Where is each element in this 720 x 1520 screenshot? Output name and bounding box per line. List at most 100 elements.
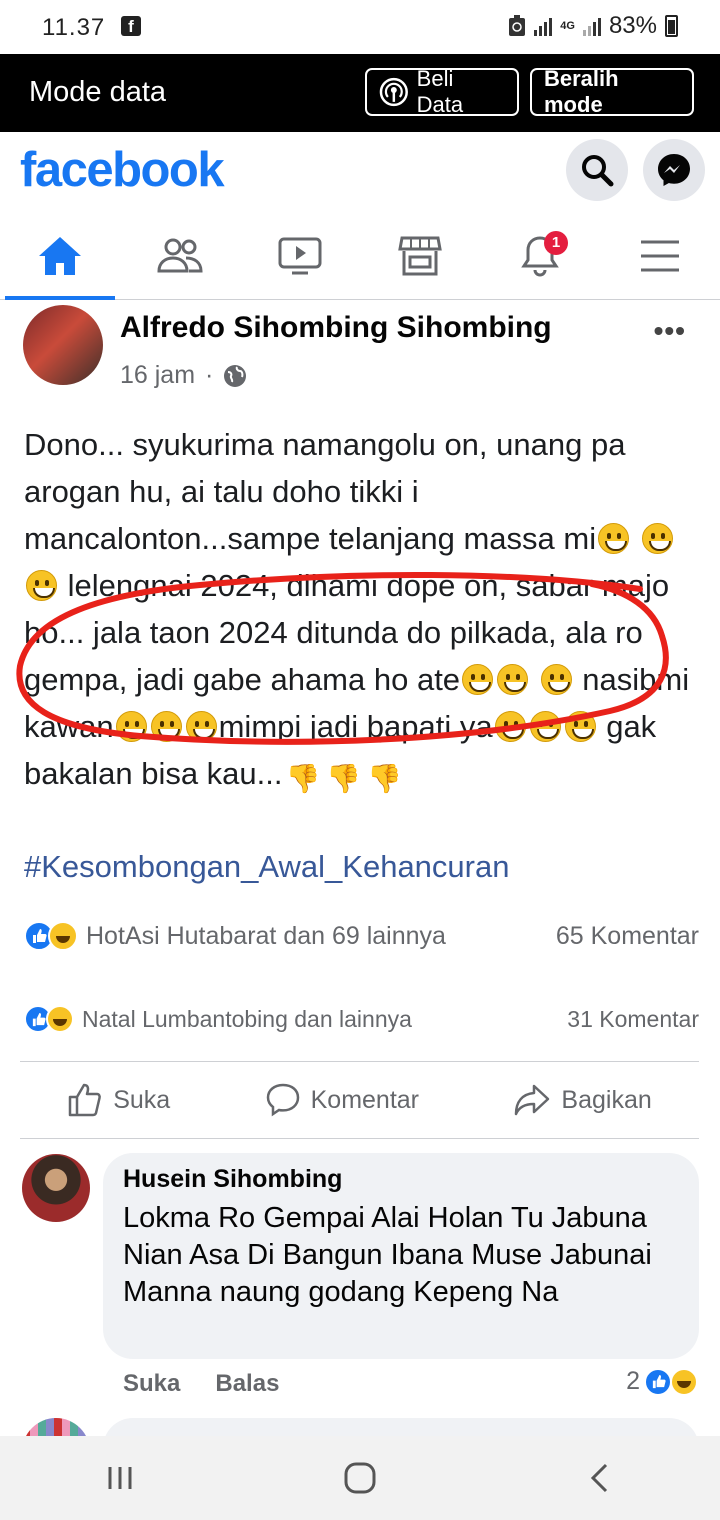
search-button[interactable] <box>566 139 628 201</box>
signal-icon-2 <box>582 16 601 36</box>
comment-button[interactable]: Komentar <box>265 1082 419 1118</box>
haha-reaction-icon <box>46 1005 74 1033</box>
comment-icon <box>266 1083 299 1117</box>
haha-reaction-icon <box>670 1367 698 1396</box>
post-body: Dono... syukurima namangolu on, unang pa… <box>24 421 700 802</box>
author-avatar[interactable] <box>23 305 103 385</box>
status-bar: 11.37 f 4G 83% <box>0 0 720 54</box>
back-button[interactable] <box>570 1448 630 1508</box>
post-actions: Suka Komentar Bagikan <box>20 1062 699 1138</box>
reaction-icons <box>24 921 78 951</box>
comment-reply-button[interactable]: Balas <box>215 1370 279 1398</box>
grin-emoji <box>540 664 572 695</box>
app-header: facebook <box>0 132 720 212</box>
home-circle-icon <box>344 1462 376 1494</box>
video-icon <box>278 237 322 275</box>
comment-reaction-count: 2 <box>626 1367 640 1395</box>
thumbs-down-emoji: 👎 <box>326 763 362 794</box>
hamburger-icon <box>641 240 679 272</box>
comment-author[interactable]: Husein Sihombing <box>123 1165 679 1194</box>
grin-emoji <box>497 664 529 695</box>
post-meta: 16 jam · <box>120 361 247 390</box>
switch-mode-button[interactable]: Beralih mode <box>530 66 694 117</box>
system-nav-bar <box>0 1436 720 1520</box>
grin-emoji <box>641 523 673 554</box>
messenger-button[interactable] <box>643 139 705 201</box>
thumbs-down-emoji: 👎 <box>367 763 403 794</box>
comment-count[interactable]: 31 Komentar <box>567 1006 699 1033</box>
search-icon <box>582 155 614 187</box>
recycle-icon <box>509 15 526 36</box>
data-mode-banner: Mode data Beli Data Beralih mode <box>0 54 720 132</box>
comment-label: Komentar <box>310 1085 419 1114</box>
messenger-icon <box>658 154 690 186</box>
globe-icon <box>224 364 247 387</box>
buy-data-label: Beli Data <box>416 66 464 117</box>
home-icon <box>39 237 81 275</box>
notification-badge: 1 <box>544 231 568 255</box>
recent-apps-button[interactable] <box>90 1448 150 1508</box>
store-icon <box>398 236 442 276</box>
comment-reactions[interactable]: 2 <box>626 1367 698 1396</box>
comment-actions: Suka Balas <box>123 1370 279 1398</box>
tab-menu[interactable] <box>600 212 720 300</box>
grin-emoji <box>185 711 217 742</box>
status-right: 4G 83% <box>508 12 678 40</box>
share-icon <box>515 1084 550 1116</box>
battery-percent: 83% <box>608 12 657 39</box>
post-text-4: mimpi jadi bapati ya <box>218 709 493 744</box>
grin-emoji <box>115 711 147 742</box>
facebook-notification-icon: f <box>121 16 141 36</box>
tab-notifications[interactable]: 1 <box>480 212 600 300</box>
network-type: 4G <box>560 19 575 32</box>
reactions-row[interactable]: Natal Lumbantobing dan lainnya 31 Koment… <box>24 1005 699 1033</box>
post-text-1: Dono... syukurima namangolu on, unang pa… <box>24 427 626 556</box>
thumbs-down-emoji: 👎 <box>285 763 321 794</box>
battery-icon <box>665 15 678 37</box>
divider <box>20 1138 699 1139</box>
like-reaction-icon <box>644 1367 672 1396</box>
haha-reaction-icon <box>48 921 78 951</box>
inner-reactions-row[interactable]: HotAsi Hutabarat dan 69 lainnya 65 Komen… <box>24 921 699 951</box>
grin-emoji <box>598 523 630 554</box>
comment-like-button[interactable]: Suka <box>123 1370 180 1398</box>
reaction-icons <box>24 1005 74 1033</box>
post-hashtag[interactable]: #Kesombongan_Awal_Kehancuran <box>24 849 509 885</box>
reaction-names: Natal Lumbantobing dan lainnya <box>82 1005 412 1032</box>
more-options-icon[interactable]: ••• <box>654 315 686 347</box>
tab-watch[interactable] <box>240 212 360 300</box>
post-author[interactable]: Alfredo Sihombing Sihombing <box>120 311 552 345</box>
friends-icon <box>157 238 203 273</box>
grin-emoji <box>564 711 596 742</box>
tab-bar: 1 <box>0 212 720 300</box>
meta-separator: · <box>205 361 214 389</box>
back-icon <box>590 1463 608 1493</box>
grin-emoji <box>26 570 57 601</box>
facebook-logo[interactable]: facebook <box>20 142 225 198</box>
grin-emoji <box>150 711 182 742</box>
grin-emoji <box>494 711 526 742</box>
signal-icon <box>534 16 553 36</box>
like-button[interactable]: Suka <box>67 1082 170 1118</box>
tab-friends[interactable] <box>120 212 240 300</box>
buy-data-button[interactable]: Beli Data <box>365 66 519 117</box>
comment-text: Lokma Ro Gempai Alai Holan Tu Jabuna Nia… <box>123 1202 652 1308</box>
grin-emoji <box>529 711 561 742</box>
commenter-avatar[interactable] <box>22 1154 90 1222</box>
data-mode-label: Mode data <box>29 76 167 108</box>
inner-reaction-names: HotAsi Hutabarat dan 69 lainnya <box>86 921 446 950</box>
home-button[interactable] <box>330 1448 390 1508</box>
grin-emoji <box>462 664 494 695</box>
post-time[interactable]: 16 jam <box>120 361 195 390</box>
like-label: Suka <box>113 1085 171 1114</box>
inner-comment-count: 65 Komentar <box>555 921 699 950</box>
comment-bubble: Husein Sihombing Lokma Ro Gempai Alai Ho… <box>103 1153 699 1359</box>
share-button[interactable]: Bagikan <box>513 1083 652 1117</box>
switch-mode-label: Beralih mode <box>544 66 619 117</box>
thumbs-up-icon <box>68 1083 102 1117</box>
post-text-2: lelengnai 2024, dihami dope on, sabar ma… <box>24 568 670 697</box>
status-time: 11.37 <box>42 14 106 41</box>
tab-home[interactable] <box>0 212 120 300</box>
tab-marketplace[interactable] <box>360 212 480 300</box>
share-label: Bagikan <box>561 1085 652 1114</box>
